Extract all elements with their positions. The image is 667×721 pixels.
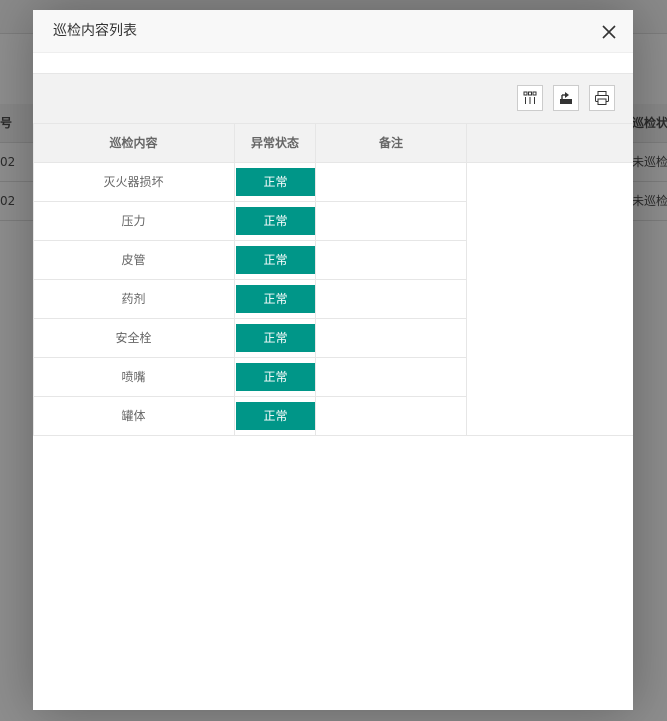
cell-status: 正常 [235,163,316,201]
print-button[interactable] [589,85,615,111]
status-normal-button[interactable]: 正常 [236,324,315,352]
columns-icon [523,91,537,104]
table-row: 压力 正常 [33,202,467,241]
dialog-header: 巡检内容列表 [33,10,633,53]
cell-content: 喷嘴 [33,358,235,396]
cell-content: 压力 [33,202,235,240]
table-header: 巡检内容 异常状态 备注 [33,124,633,163]
table-row: 灭火器损坏 正常 [33,163,467,202]
status-normal-button[interactable]: 正常 [236,246,315,274]
cell-content: 灭火器损坏 [33,163,235,201]
column-header-status: 异常状态 [235,124,316,163]
export-button[interactable] [553,85,579,111]
cell-status: 正常 [235,319,316,357]
status-normal-button[interactable]: 正常 [236,363,315,391]
cell-note [316,202,467,240]
column-header-note: 备注 [316,124,467,163]
cell-status: 正常 [235,280,316,318]
table-row: 喷嘴 正常 [33,358,467,397]
table-row: 安全栓 正常 [33,319,467,358]
cell-content: 罐体 [33,397,235,435]
table-row: 药剂 正常 [33,280,467,319]
table-toolbar [33,73,633,124]
cell-status: 正常 [235,397,316,435]
cell-note [316,397,467,435]
cell-status: 正常 [235,202,316,240]
inspection-content-dialog: 巡检内容列表 巡检内容 异常状态 备注 灭火器损坏 正常 压力 正常 皮管 正常… [33,10,633,710]
cell-status: 正常 [235,358,316,396]
print-icon [595,91,609,105]
cell-status: 正常 [235,241,316,279]
background-header-fragment-left: 号 [0,116,13,130]
export-icon [560,92,572,104]
background-row-fragment-right: 未巡检 [632,194,667,208]
cell-note [316,163,467,201]
close-icon[interactable] [599,22,619,42]
cell-content: 药剂 [33,280,235,318]
background-row-fragment-left: 02 [0,194,16,208]
status-normal-button[interactable]: 正常 [236,207,315,235]
cell-note [316,358,467,396]
table-row: 皮管 正常 [33,241,467,280]
cell-content: 安全栓 [33,319,235,357]
cell-note [316,280,467,318]
column-header-content: 巡检内容 [33,124,235,163]
status-normal-button[interactable]: 正常 [236,402,315,430]
status-normal-button[interactable]: 正常 [236,285,315,313]
background-row-fragment-right: 未巡检 [632,155,667,169]
dialog-title: 巡检内容列表 [53,23,137,39]
cell-note [316,241,467,279]
table-row: 罐体 正常 [33,397,467,436]
columns-filter-button[interactable] [517,85,543,111]
cell-note [316,319,467,357]
table-bottom-border [33,435,633,436]
background-row-fragment-left: 02 [0,155,16,169]
table-left-border [33,124,34,436]
cell-content: 皮管 [33,241,235,279]
background-header-fragment-right: 巡检状态 [632,116,667,130]
table-filler-border [466,163,467,436]
status-normal-button[interactable]: 正常 [236,168,315,196]
